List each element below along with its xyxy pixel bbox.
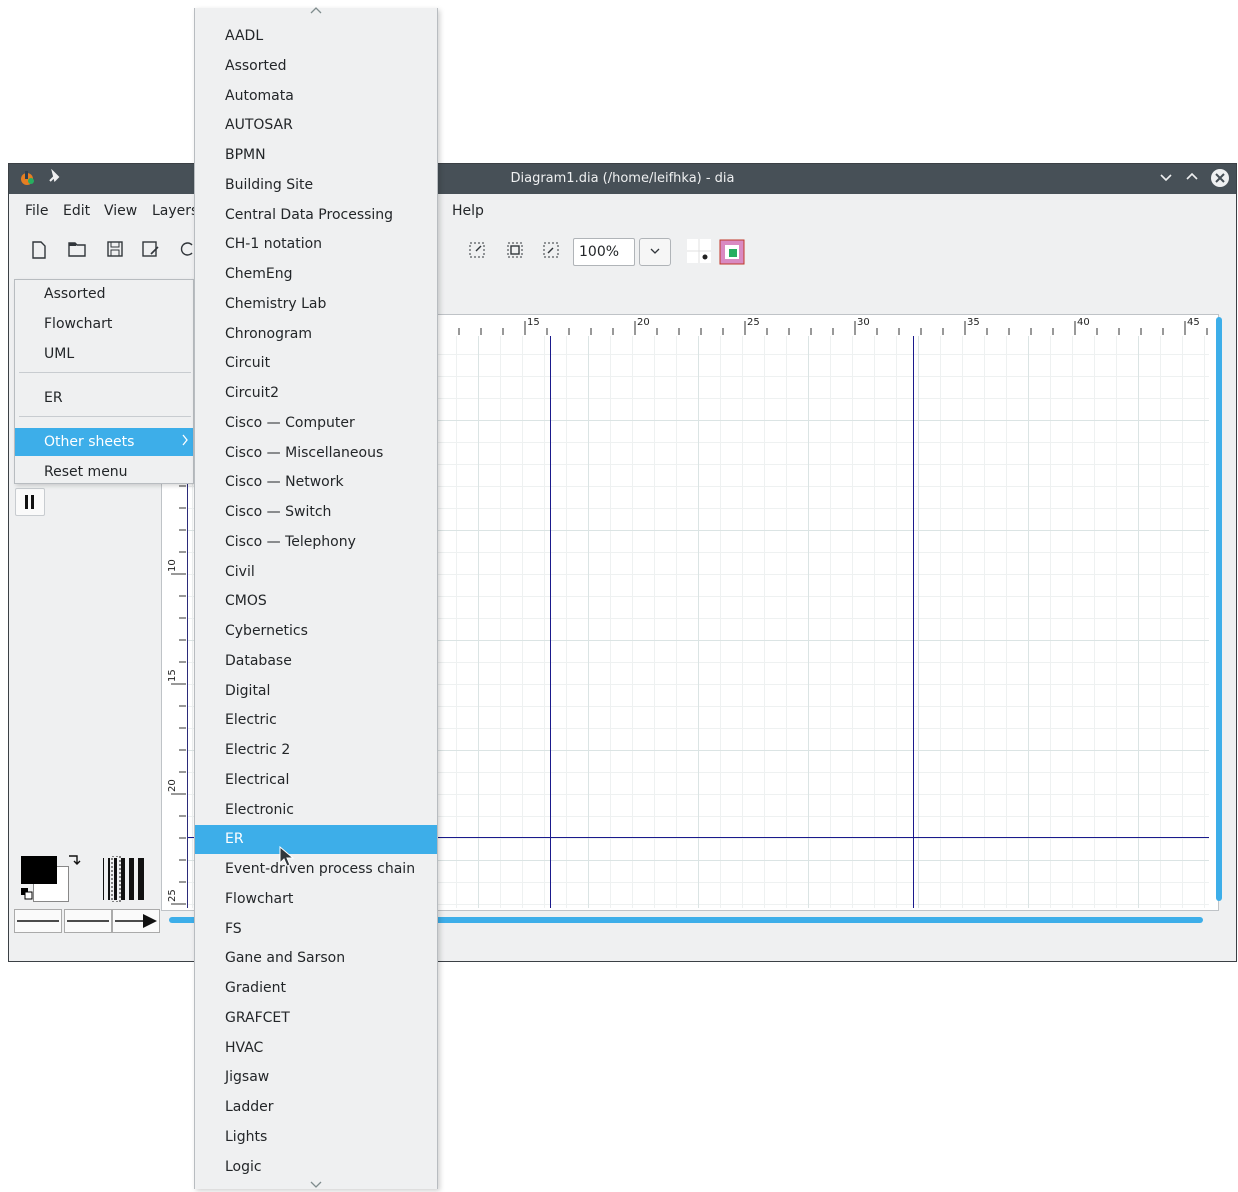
sheet-selector-menu: Assorted Flowchart UML ER Other sheets R…: [14, 279, 194, 484]
sheet-item[interactable]: Circuit2: [195, 379, 437, 408]
sheet-item[interactable]: Cisco — Network: [195, 468, 437, 497]
menu-view[interactable]: View: [104, 203, 137, 219]
sheet-item[interactable]: Cisco — Miscellaneous: [195, 439, 437, 468]
sheet-item[interactable]: Assorted: [195, 52, 437, 81]
sheet-item[interactable]: ER: [195, 825, 437, 854]
guide-line-vertical: [550, 336, 551, 908]
sheet-item[interactable]: Central Data Processing: [195, 201, 437, 230]
save-as-icon[interactable]: [141, 241, 161, 261]
chevron-down-icon: [649, 245, 661, 259]
menu-item-assorted[interactable]: Assorted: [15, 280, 193, 308]
ruler-label: 20: [167, 779, 178, 792]
sheet-item[interactable]: Automata: [195, 82, 437, 111]
menu-item-er[interactable]: ER: [15, 384, 193, 412]
scroll-up-icon[interactable]: [195, 5, 437, 19]
menu-file[interactable]: File: [25, 203, 48, 219]
reset-colors-icon[interactable]: [21, 888, 33, 904]
line-start-arrow-selector[interactable]: [14, 909, 62, 933]
ruler-label: 10: [167, 559, 178, 572]
snap-to-grid-icon[interactable]: [687, 239, 711, 263]
menu-item-uml[interactable]: UML: [15, 340, 193, 368]
sheet-item[interactable]: HVAC: [195, 1034, 437, 1063]
ruler-label: 25: [747, 317, 760, 328]
ruler-label: 30: [857, 317, 870, 328]
sheet-item[interactable]: Electrical: [195, 766, 437, 795]
mouse-cursor-icon: [279, 845, 295, 872]
sheet-item[interactable]: Flowchart: [195, 885, 437, 914]
open-folder-icon[interactable]: [67, 241, 87, 261]
ruler-label: 15: [167, 669, 178, 682]
sheet-item[interactable]: Database: [195, 647, 437, 676]
sheet-item[interactable]: AUTOSAR: [195, 111, 437, 140]
ruler-label: 20: [637, 317, 650, 328]
menu-item-label: Other sheets: [44, 434, 135, 450]
menu-separator: [19, 416, 191, 417]
sheet-item[interactable]: Chronogram: [195, 320, 437, 349]
sheet-item[interactable]: AADL: [195, 22, 437, 51]
sheet-item[interactable]: Electric 2: [195, 736, 437, 765]
sheet-item[interactable]: Gane and Sarson: [195, 944, 437, 973]
zoom-fit-icon[interactable]: [505, 241, 525, 261]
chevron-right-icon: [181, 428, 189, 456]
sheet-item[interactable]: Circuit: [195, 349, 437, 378]
swap-colors-icon[interactable]: [67, 854, 81, 872]
vertical-scrollbar[interactable]: [1216, 317, 1222, 901]
minimize-icon[interactable]: [1159, 170, 1173, 188]
ruler-label: 25: [167, 889, 178, 902]
sheet-item[interactable]: FS: [195, 915, 437, 944]
sheet-item[interactable]: Electronic: [195, 796, 437, 825]
pause-icon: [24, 493, 36, 515]
save-icon[interactable]: [105, 241, 125, 261]
zoom-dropdown-button[interactable]: [639, 238, 671, 266]
sheet-item[interactable]: Cisco — Computer: [195, 409, 437, 438]
sheet-item[interactable]: Cisco — Switch: [195, 498, 437, 527]
zoom-out-icon[interactable]: [541, 241, 561, 261]
menu-separator: [19, 372, 191, 373]
other-sheets-submenu: AADL Assorted Automata AUTOSAR BPMN Building …: [194, 5, 438, 1192]
line-style-selector[interactable]: [64, 909, 112, 933]
sheet-item[interactable]: Gradient: [195, 974, 437, 1003]
sheet-item[interactable]: Chemistry Lab: [195, 290, 437, 319]
menu-item-flowchart[interactable]: Flowchart: [15, 310, 193, 338]
foreground-color-swatch[interactable]: [21, 856, 57, 884]
sheet-item[interactable]: Jigsaw: [195, 1063, 437, 1092]
sheet-item[interactable]: CH-1 notation: [195, 230, 437, 259]
close-icon[interactable]: [1210, 168, 1230, 192]
sheet-item[interactable]: Cybernetics: [195, 617, 437, 646]
sheet-item[interactable]: Cisco — Telephony: [195, 528, 437, 557]
sheet-item[interactable]: Building Site: [195, 171, 437, 200]
sheet-item[interactable]: CMOS: [195, 587, 437, 616]
guide-line-vertical: [913, 336, 914, 908]
sheet-item[interactable]: BPMN: [195, 141, 437, 170]
ruler-label: 15: [527, 317, 540, 328]
sheet-item[interactable]: GRAFCET: [195, 1004, 437, 1033]
new-file-icon[interactable]: [29, 241, 49, 261]
line-width-selector[interactable]: [101, 855, 147, 903]
color-selector[interactable]: [19, 854, 83, 906]
menu-edit[interactable]: Edit: [63, 203, 90, 219]
menu-item-other-sheets[interactable]: Other sheets: [15, 428, 193, 456]
maximize-icon[interactable]: [1185, 170, 1199, 188]
ruler-label: 40: [1077, 317, 1090, 328]
ruler-label: 45: [1187, 317, 1200, 328]
sheet-item[interactable]: Event-driven process chain: [195, 855, 437, 884]
menu-layers[interactable]: Layers: [152, 203, 198, 219]
tool-button[interactable]: [15, 488, 45, 516]
sheet-item[interactable]: Digital: [195, 677, 437, 706]
snap-to-objects-icon[interactable]: [719, 239, 745, 265]
sheet-item[interactable]: Electric: [195, 706, 437, 735]
sheet-item[interactable]: ChemEng: [195, 260, 437, 289]
zoom-level-input[interactable]: 100%: [573, 238, 635, 266]
scroll-down-icon[interactable]: [195, 1178, 437, 1192]
zoom-in-icon[interactable]: [467, 241, 487, 261]
line-end-arrow-selector[interactable]: [112, 909, 160, 933]
sheet-item[interactable]: Lights: [195, 1123, 437, 1152]
sheet-item[interactable]: Ladder: [195, 1093, 437, 1122]
sheet-item[interactable]: Civil: [195, 558, 437, 587]
menu-help[interactable]: Help: [452, 203, 484, 219]
menu-item-reset-menu[interactable]: Reset menu: [15, 458, 193, 486]
ruler-label: 35: [967, 317, 980, 328]
